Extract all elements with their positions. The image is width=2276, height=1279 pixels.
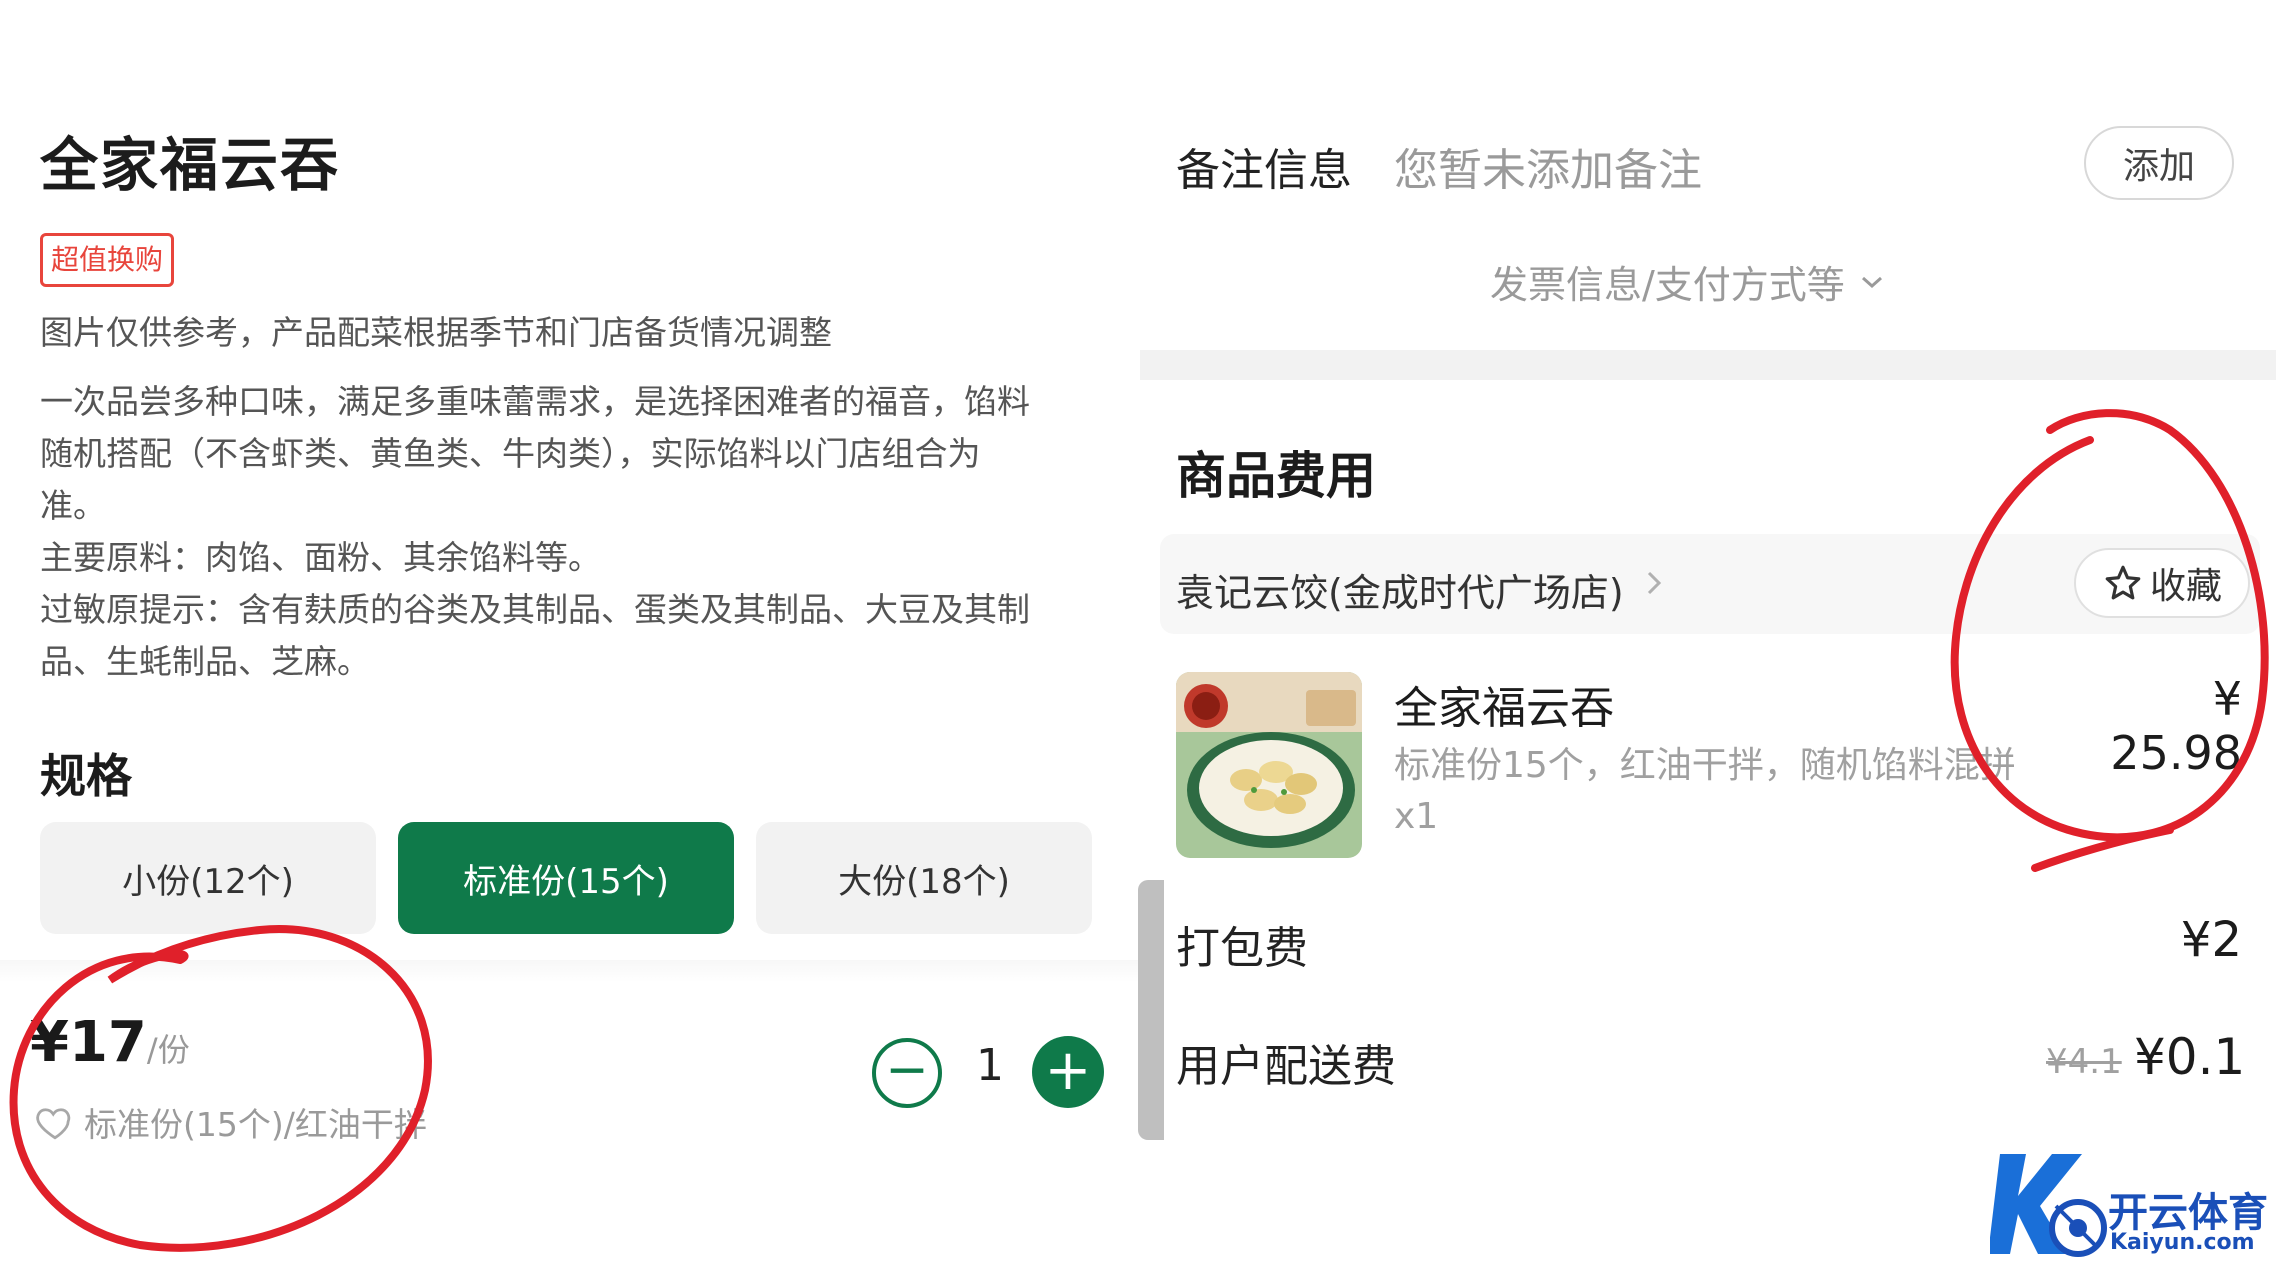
order-summary-panel: 备注信息 您暂未添加备注 添加 发票信息/支付方式等 商品费用 袁记云饺(金成时…	[1140, 0, 2276, 1279]
description-line: 准。	[40, 486, 106, 525]
favorite-button[interactable]: 收藏	[2074, 548, 2250, 618]
star-icon	[2105, 565, 2141, 600]
image-note: 图片仅供参考，产品配菜根据季节和门店备货情况调整	[40, 313, 832, 352]
price-unit: /份	[146, 1031, 190, 1069]
delivery-fee-original: ¥4.1	[2046, 1042, 2122, 1082]
favorite-label: 收藏	[2149, 566, 2222, 607]
product-title: 全家福云吞	[40, 131, 341, 199]
plus-icon[interactable]: +	[1032, 1036, 1104, 1108]
description-line: 品、生蚝制品、芝麻。	[40, 642, 370, 681]
unit-price: ¥17/份	[30, 1010, 190, 1075]
invoice-payment-link[interactable]: 发票信息/支付方式等	[1490, 254, 1885, 309]
chevron-down-icon	[1861, 276, 1882, 288]
packing-fee-label: 打包费	[1176, 923, 1308, 974]
promo-tag: 超值换购	[40, 233, 175, 287]
item-thumbnail	[1176, 672, 1362, 858]
delivery-fee-value: ¥0.1	[2134, 1028, 2246, 1086]
chevron-right-icon	[1647, 571, 1662, 595]
spec-option-small[interactable]: 小份(12个)	[40, 822, 376, 934]
description-line: 一次品尝多种口味，满足多重味蕾需求，是选择困难者的福音，馅料	[40, 382, 1030, 421]
shop-row[interactable]: 袁记云饺(金成时代广场店) 收藏	[1160, 534, 2260, 634]
brand-domain: Kaiyun.com	[2110, 1230, 2255, 1255]
section-divider	[1140, 350, 2276, 380]
item-spec: 标准份15个，红油干拌，随机馅料混拼	[1394, 745, 2016, 786]
spec-title: 规格	[40, 749, 132, 803]
product-detail-panel: 全家福云吞 超值换购 图片仅供参考，产品配菜根据季节和门店备货情况调整 一次品尝…	[0, 0, 1140, 1279]
remark-label: 备注信息	[1176, 145, 1352, 196]
shop-name[interactable]: 袁记云饺(金成时代广场店)	[1176, 562, 1624, 617]
packing-fee-value: ¥2	[2180, 912, 2242, 968]
product-description: 一次品尝多种口味，满足多重味蕾需求，是选择困难者的福音，馅料 随机搭配（不含虾类…	[40, 376, 1100, 688]
item-price: ¥ 25.98	[2110, 672, 2242, 780]
delivery-fee-label: 用户配送费	[1176, 1041, 1396, 1092]
description-line: 主要原料：肉馅、面粉、其余馅料等。	[40, 538, 601, 577]
spec-option-standard[interactable]: 标准份(15个)	[398, 822, 734, 934]
add-remark-button[interactable]: 添加	[2084, 126, 2234, 200]
spec-option-large[interactable]: 大份(18个)	[756, 822, 1092, 934]
selected-spec-label: 标准份(15个)/红油干拌	[84, 1105, 427, 1144]
price-value: ¥17	[30, 1010, 147, 1075]
minus-icon[interactable]: −	[872, 1038, 942, 1108]
item-name: 全家福云吞	[1394, 683, 1614, 734]
invoice-link-label: 发票信息/支付方式等	[1490, 263, 1845, 307]
quantity-value: 1	[976, 1040, 1004, 1091]
section-divider	[0, 960, 1140, 982]
selected-spec: 标准份(15个)/红油干拌	[34, 1098, 427, 1146]
item-quantity: x1	[1394, 796, 1439, 837]
description-line: 过敏原提示：含有麸质的谷类及其制品、蛋类及其制品、大豆及其制	[40, 590, 1030, 629]
heart-icon[interactable]	[34, 1101, 76, 1143]
remark-value: 您暂未添加备注	[1394, 145, 1702, 196]
description-line: 随机搭配（不含虾类、黄鱼类、牛肉类），实际馅料以门店组合为	[40, 434, 981, 473]
fee-title: 商品费用	[1176, 447, 1376, 505]
